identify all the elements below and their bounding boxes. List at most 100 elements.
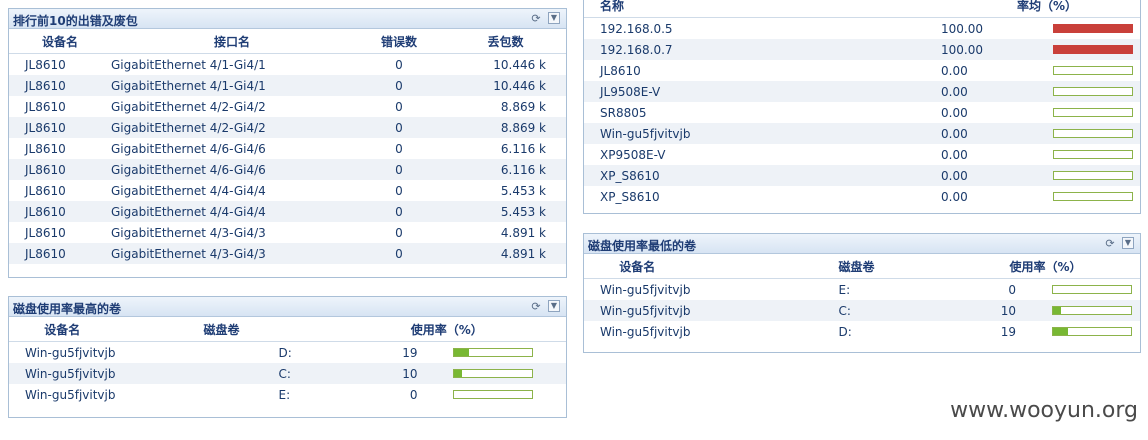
- usage-bar-cell: [1013, 60, 1140, 81]
- rate-value: 0.00: [901, 165, 1013, 186]
- drop-count: 6.116 k: [445, 159, 566, 180]
- drop-count: 10.446 k: [493, 57, 546, 72]
- usage-bar-cell: [1013, 18, 1140, 40]
- table-row[interactable]: Win-gu5fjvitvjb E: 0: [9, 384, 566, 405]
- table-row[interactable]: Win-gu5fjvitvjb D: 19: [9, 342, 566, 364]
- usage-bar-fill: [454, 370, 463, 377]
- device-name: JL8610: [25, 183, 66, 198]
- disk-volume: E:: [838, 282, 851, 297]
- device-name: JL8610: [9, 159, 111, 180]
- drop-count: 4.891 k: [445, 243, 566, 264]
- device-name: JL8610: [9, 201, 111, 222]
- disk-volume: C:: [690, 300, 951, 321]
- table-row[interactable]: JL8610 GigabitEthernet 4/2-Gi4/2 0 8.869 k: [9, 117, 566, 138]
- table-row[interactable]: JL8610 GigabitEthernet 4/3-Gi4/3 0 4.891 k: [9, 243, 566, 264]
- usage-bar-cell: [1013, 123, 1140, 144]
- disk-lowest-panel: 磁盘使用率最低的卷 ⟳ ▼ 设备名 磁盘卷 使用率（%） Win-gu5fjvi…: [583, 233, 1141, 353]
- table-row[interactable]: JL8610 GigabitEthernet 4/4-Gi4/4 0 5.453 k: [9, 180, 566, 201]
- col-rate: 率均（%）: [1013, 0, 1140, 18]
- interface-name: GigabitEthernet 4/3-Gi4/3: [111, 243, 353, 264]
- usage-bar-cell: [1052, 300, 1140, 321]
- device-name: Win-gu5fjvitvjb: [600, 324, 691, 339]
- disk-lowest-table: 设备名 磁盘卷 使用率（%） Win-gu5fjvitvjb E: 0 Win-gu5…: [584, 254, 1140, 342]
- table-row[interactable]: JL8610 GigabitEthernet 4/6-Gi4/6 0 6.116 k: [9, 138, 566, 159]
- interface-name: GigabitEthernet 4/1-Gi4/1: [111, 75, 353, 96]
- error-count: 0: [353, 75, 445, 96]
- usage-bar-cell: [1013, 165, 1140, 186]
- col-volume: 磁盘卷: [115, 317, 328, 342]
- usage-bar-cell: [453, 363, 566, 384]
- drop-count: 10.446 k: [445, 75, 566, 96]
- col-device: 设备名: [584, 254, 691, 279]
- table-row[interactable]: Win-gu5fjvitvjb 0.00: [584, 123, 1140, 144]
- rate-value: 0.00: [941, 189, 968, 204]
- table-row[interactable]: JL9508E-V 0.00: [584, 81, 1140, 102]
- chevron-down-icon[interactable]: ▼: [548, 12, 560, 24]
- host-name: SR8805: [600, 105, 647, 120]
- error-count: 0: [395, 225, 403, 240]
- host-name: Win-gu5fjvitvjb: [584, 123, 901, 144]
- usage-bar: [1053, 45, 1133, 54]
- table-row[interactable]: JL8610 0.00: [584, 60, 1140, 81]
- table-row[interactable]: JL8610 GigabitEthernet 4/1-Gi4/1 0 10.446 k: [9, 54, 566, 76]
- chevron-down-icon[interactable]: ▼: [548, 300, 560, 312]
- table-row[interactable]: JL8610 GigabitEthernet 4/2-Gi4/2 0 8.869 k: [9, 96, 566, 117]
- table-row[interactable]: XP_S8610 0.00: [584, 165, 1140, 186]
- loss-rate-table: 名称 率均（%） 192.168.0.5 100.00 192.168.0.7 100…: [584, 0, 1140, 207]
- loss-rate-panel: 名称 率均（%） 192.168.0.5 100.00 192.168.0.7 100…: [583, 0, 1141, 214]
- host-name: JL9508E-V: [584, 81, 901, 102]
- rate-value: 0.00: [901, 123, 1013, 144]
- rate-value: 0.00: [941, 147, 968, 162]
- usage-bar-cell: [453, 342, 566, 364]
- panel-title: 排行前10的出错及废包: [13, 14, 138, 28]
- col-drops: 丢包数: [445, 29, 566, 54]
- drop-count: 8.869 k: [445, 117, 566, 138]
- usage-bar: [1053, 24, 1133, 33]
- refresh-icon[interactable]: ⟳: [1104, 237, 1116, 249]
- chevron-down-icon[interactable]: ▼: [1122, 237, 1134, 249]
- usage-value: 19: [402, 345, 418, 360]
- usage-bar-cell: [453, 384, 566, 405]
- refresh-icon[interactable]: ⟳: [530, 300, 542, 312]
- col-errors: 错误数: [353, 29, 445, 54]
- drop-count: 5.453 k: [500, 183, 546, 198]
- interface-name: GigabitEthernet 4/3-Gi4/3: [111, 225, 266, 240]
- col-device: 设备名: [9, 317, 116, 342]
- table-row[interactable]: 192.168.0.7 100.00: [584, 39, 1140, 60]
- table-row[interactable]: XP9508E-V 0.00: [584, 144, 1140, 165]
- table-row[interactable]: XP_S8610 0.00: [584, 186, 1140, 207]
- disk-highest-table: 设备名 磁盘卷 使用率（%） Win-gu5fjvitvjb D: 19 Win-gu…: [9, 317, 566, 405]
- table-row[interactable]: JL8610 GigabitEthernet 4/6-Gi4/6 0 6.116 k: [9, 159, 566, 180]
- table-row[interactable]: JL8610 GigabitEthernet 4/3-Gi4/3 0 4.891 k: [9, 222, 566, 243]
- usage-bar-cell: [1013, 186, 1140, 207]
- col-name: 名称: [584, 0, 901, 18]
- error-count: 0: [395, 57, 403, 72]
- usage-bar-cell: [1013, 81, 1140, 102]
- top-errors-panel: 排行前10的出错及废包 ⟳ ▼ 设备名 接口名 错误数 丢包数 JL8610 Gi…: [8, 8, 567, 278]
- refresh-icon[interactable]: ⟳: [530, 12, 542, 24]
- device-name: Win-gu5fjvitvjb: [584, 300, 691, 321]
- error-count: 0: [353, 201, 445, 222]
- usage-bar: [1053, 171, 1133, 180]
- interface-name: GigabitEthernet 4/1-Gi4/1: [111, 57, 266, 72]
- usage-bar: [1052, 327, 1132, 336]
- table-row[interactable]: JL8610 GigabitEthernet 4/4-Gi4/4 0 5.453 k: [9, 201, 566, 222]
- table-row[interactable]: SR8805 0.00: [584, 102, 1140, 123]
- table-row[interactable]: Win-gu5fjvitvjb C: 10: [584, 300, 1140, 321]
- table-row[interactable]: Win-gu5fjvitvjb D: 19: [584, 321, 1140, 342]
- table-row[interactable]: 192.168.0.5 100.00: [584, 18, 1140, 40]
- col-device: 设备名: [9, 29, 111, 54]
- col-usage: 使用率（%）: [950, 254, 1140, 279]
- device-name: JL8610: [25, 225, 66, 240]
- table-row[interactable]: JL8610 GigabitEthernet 4/1-Gi4/1 0 10.446 k: [9, 75, 566, 96]
- table-row[interactable]: Win-gu5fjvitvjb C: 10: [9, 363, 566, 384]
- interface-name: GigabitEthernet 4/4-Gi4/4: [111, 201, 353, 222]
- table-row[interactable]: Win-gu5fjvitvjb E: 0: [584, 279, 1140, 301]
- host-name: 192.168.0.7: [584, 39, 901, 60]
- col-usage: 使用率（%）: [327, 317, 566, 342]
- usage-bar: [1053, 87, 1133, 96]
- usage-value: 0: [409, 387, 418, 402]
- drop-count: 6.116 k: [500, 141, 546, 156]
- top-errors-table: 设备名 接口名 错误数 丢包数 JL8610 GigabitEthernet 4/…: [9, 29, 566, 264]
- usage-bar: [453, 390, 534, 399]
